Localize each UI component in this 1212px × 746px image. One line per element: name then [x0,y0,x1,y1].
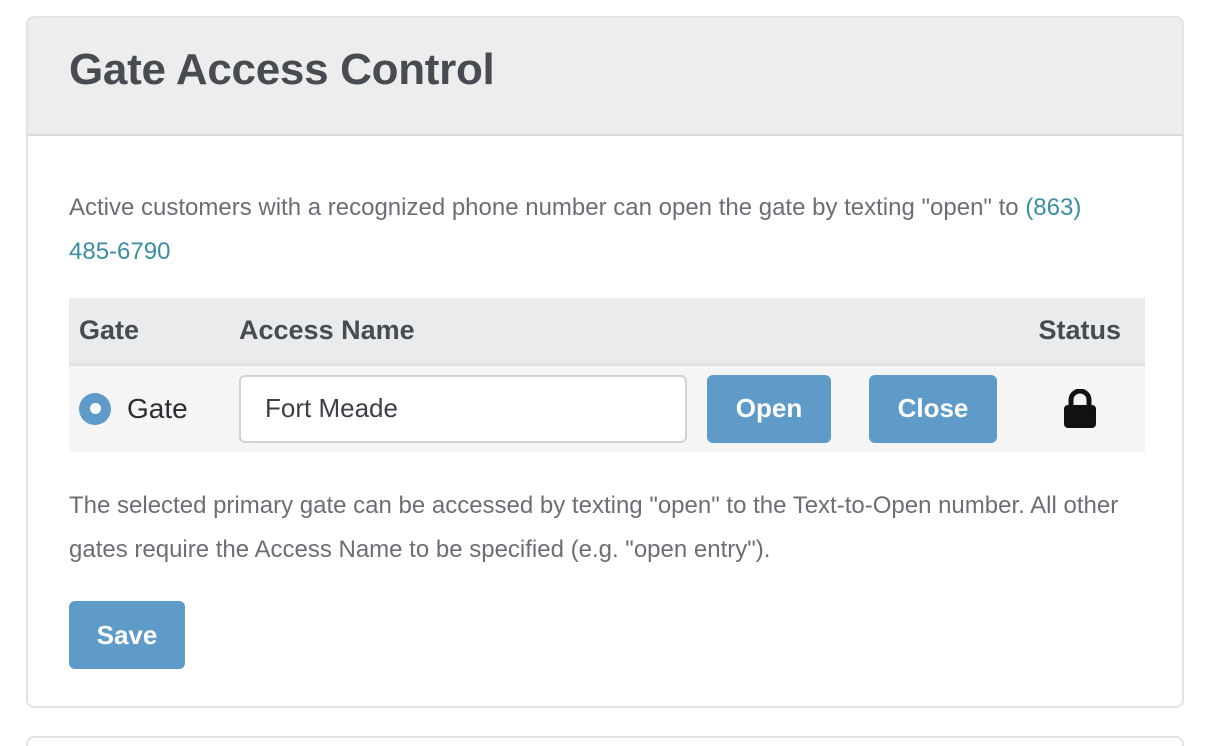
status-cell [997,364,1145,452]
table-header-row: Gate Access Name Status [69,298,1145,366]
primary-gate-radio[interactable] [79,392,111,425]
radio-selected-dot [89,403,101,415]
close-gate-button[interactable]: Close [869,374,997,443]
intro-text-body: Active customers with a recognized phone… [69,194,1026,221]
column-header-status: Status [997,298,1145,366]
card-title: Gate Access Control [69,45,495,94]
access-name-input[interactable] [239,374,687,443]
gate-cell: Gate [69,392,239,425]
save-button[interactable]: Save [69,601,185,669]
next-card-edge [26,736,1184,746]
column-header-gate: Gate [69,298,239,366]
card-header: Gate Access Control [28,18,1182,136]
lock-icon [1064,388,1096,428]
column-header-access-name: Access Name [239,298,997,366]
gate-label: Gate [127,392,188,424]
open-gate-button[interactable]: Open [707,374,831,443]
gate-access-card: Gate Access Control Active customers wit… [26,16,1184,708]
intro-text: Active customers with a recognized phone… [69,186,1129,274]
table-row: Gate Open Close [69,364,1145,452]
gates-table: Gate Access Name Status Gate Open [69,298,1145,452]
footnote-text: The selected primary gate can be accesse… [69,492,1119,563]
